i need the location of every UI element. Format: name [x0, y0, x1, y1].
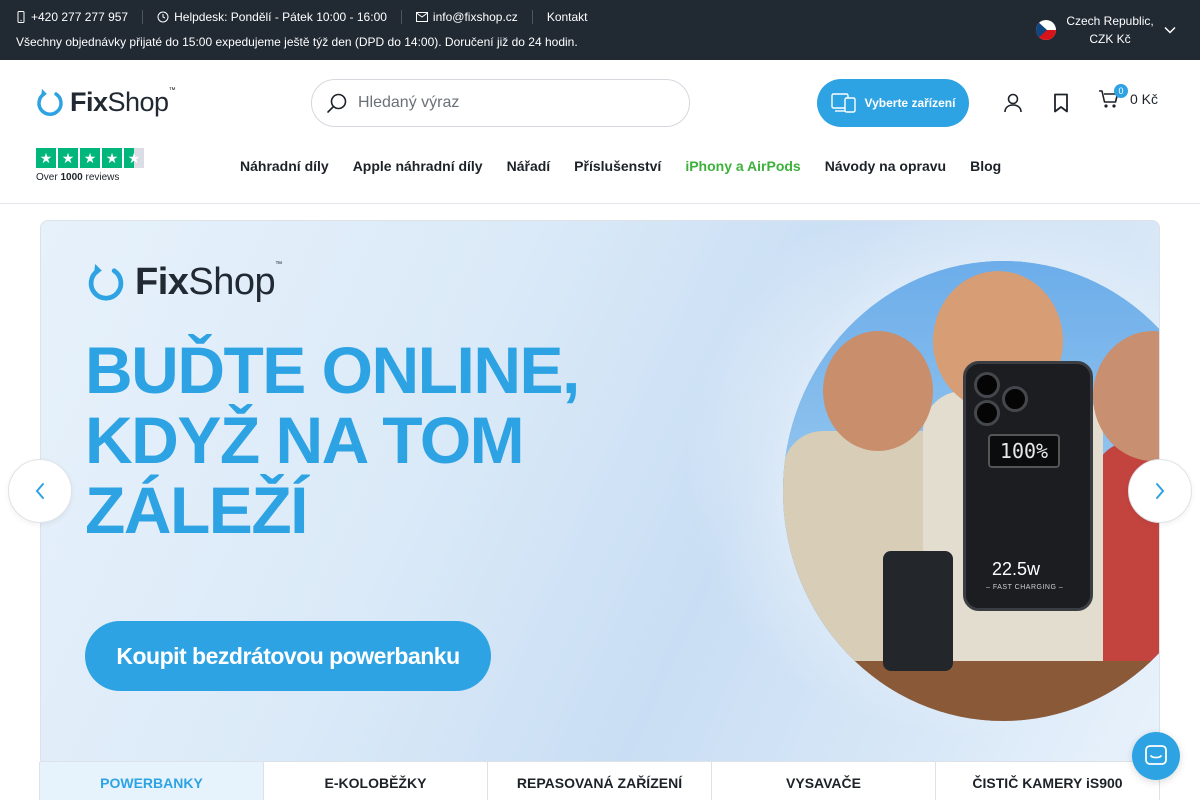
tab-vacuums[interactable]: VYSAVAČE: [711, 762, 936, 800]
helpdesk-text: Helpdesk: Pondělí - Pátek 10:00 - 16:00: [174, 10, 387, 24]
refresh-logo-icon: [88, 263, 124, 301]
region-currency: CZK Kč: [1089, 32, 1131, 46]
tab-e-scooters[interactable]: E-KOLOBĚŽKY: [263, 762, 488, 800]
trustpilot-rating[interactable]: ★ ★ ★ ★ ★ Over 1000 reviews: [36, 148, 144, 183]
czech-flag-icon: [1036, 20, 1056, 40]
account-button[interactable]: [1001, 91, 1025, 115]
top-bar-contacts: +420 277 277 957 Helpdesk: Pondělí - Pát…: [16, 9, 616, 25]
hero-banner[interactable]: FixShop™ BUĎTE ONLINE, KDYŽ NA TOM ZÁLEŽ…: [40, 220, 1160, 800]
chat-widget-button[interactable]: [1132, 732, 1180, 780]
contact-link[interactable]: Kontakt: [547, 10, 602, 24]
search-input[interactable]: [358, 94, 658, 112]
chevron-right-icon: [1156, 483, 1165, 499]
powerbank-image: 100% 22.5w – FAST CHARGING –: [963, 361, 1093, 611]
mail-icon: [415, 12, 428, 22]
header-divider: [0, 203, 1200, 204]
nav-item-spare-parts[interactable]: Náhradní díly: [240, 158, 329, 174]
powerbank-display: 100%: [988, 434, 1060, 468]
reviews-count-text: Over 1000 reviews: [36, 172, 120, 183]
nav-item-blog[interactable]: Blog: [970, 158, 1001, 174]
search-icon: [327, 93, 347, 113]
user-icon: [1004, 93, 1022, 113]
banner-logo-text: FixShop™: [135, 261, 282, 303]
tab-powerbanks[interactable]: POWERBANKY: [39, 762, 264, 800]
rating-stars: ★ ★ ★ ★ ★: [36, 148, 144, 168]
phone-link[interactable]: +420 277 277 957: [16, 10, 144, 24]
banner-logo: FixShop™: [87, 261, 282, 304]
star-icon: ★: [102, 148, 122, 168]
powerbank-fast-charging: – FAST CHARGING –: [986, 584, 1064, 591]
bookmark-icon: [1054, 93, 1068, 113]
select-device-label: Vyberte zařízení: [864, 96, 956, 110]
nav-item-iphones-airpods[interactable]: iPhony a AirPods: [685, 158, 800, 174]
banner-photo: 100% 22.5w – FAST CHARGING –: [783, 261, 1159, 721]
chat-icon: [1145, 745, 1167, 765]
cart-button[interactable]: 0 0 Kč: [1098, 84, 1159, 110]
nav-item-accessories[interactable]: Příslušenství: [574, 158, 661, 174]
banner-headline: BUĎTE ONLINE, KDYŽ NA TOM ZÁLEŽÍ: [85, 335, 645, 545]
cart-total: 0 Kč: [1130, 91, 1159, 107]
shipping-note: Všechny objednávky přijaté do 15:00 expe…: [16, 35, 578, 49]
star-icon: ★: [58, 148, 78, 168]
helpdesk-info: Helpdesk: Pondělí - Pátek 10:00 - 16:00: [157, 10, 402, 24]
site-logo[interactable]: FixShop™: [36, 87, 176, 118]
nav-item-repair-guides[interactable]: Návody na opravu: [825, 158, 946, 174]
powerbank-wattage: 22.5w: [992, 559, 1041, 579]
nav-item-tools[interactable]: Nářadí: [507, 158, 551, 174]
clock-icon: [157, 11, 169, 23]
devices-icon: [830, 93, 856, 113]
tab-camera-cleaner[interactable]: ČISTIČ KAMERY iS900: [935, 762, 1160, 800]
top-bar: +420 277 277 957 Helpdesk: Pondělí - Pát…: [0, 0, 1200, 60]
search-box[interactable]: [311, 79, 690, 127]
carousel-prev-button[interactable]: [8, 459, 72, 523]
contact-label: Kontakt: [546, 10, 588, 24]
email-link[interactable]: info@fixshop.cz: [415, 10, 533, 24]
region-selector[interactable]: Czech Republic, CZK Kč: [1036, 12, 1176, 48]
phone-number: +420 277 277 957: [31, 10, 129, 24]
headline-line-1: BUĎTE ONLINE,: [85, 333, 580, 407]
wishlist-button[interactable]: [1049, 91, 1073, 115]
email-address: info@fixshop.cz: [432, 10, 518, 24]
chevron-left-icon: [35, 483, 44, 499]
star-icon: ★: [80, 148, 100, 168]
buy-powerbank-button[interactable]: Koupit bezdrátovou powerbanku: [85, 621, 491, 691]
half-star-icon: ★: [124, 148, 144, 168]
region-country: Czech Republic,: [1066, 14, 1154, 28]
tab-refurbished-devices[interactable]: REPASOVANÁ ZAŘÍZENÍ: [487, 762, 712, 800]
select-device-button[interactable]: Vyberte zařízení: [817, 79, 969, 127]
headline-line-3: ZÁLEŽÍ: [85, 473, 308, 547]
logo-text: FixShop™: [70, 87, 176, 117]
carousel-next-button[interactable]: [1128, 459, 1192, 523]
banner-category-tabs: POWERBANKY E-KOLOBĚŽKY REPASOVANÁ ZAŘÍZE…: [39, 761, 1160, 800]
headline-line-2: KDYŽ NA TOM: [85, 403, 525, 477]
nav-item-apple-parts[interactable]: Apple náhradní díly: [353, 158, 483, 174]
cart-count-badge: 0: [1114, 84, 1128, 98]
main-navigation: Náhradní díly Apple náhradní díly Nářadí…: [240, 158, 1001, 174]
refresh-logo-icon: [37, 88, 63, 116]
region-label: Czech Republic, CZK Kč: [1066, 12, 1154, 48]
phone-icon: [17, 11, 25, 23]
star-icon: ★: [36, 148, 56, 168]
chevron-down-icon: [1164, 26, 1176, 34]
